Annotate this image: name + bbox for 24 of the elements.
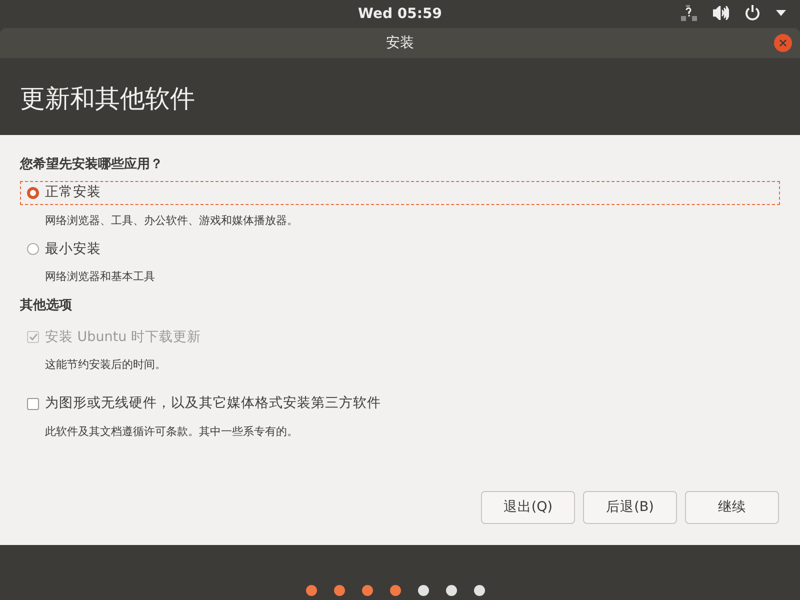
window-title: 安装 (386, 35, 414, 51)
page-title: 更新和其他软件 (20, 83, 195, 115)
caret-icon[interactable] (776, 10, 786, 16)
question-heading: 您希望先安装哪些应用？ (20, 157, 163, 172)
option-label[interactable]: 正常安装 (45, 182, 101, 203)
section-heading: 其他选项 (20, 298, 72, 312)
power-icon[interactable] (745, 5, 760, 21)
option-description: 这能节约安装后的时间。 (45, 358, 166, 371)
network-icon[interactable] (681, 5, 697, 21)
option-description: 此软件及其文档遵循许可条款。其中一些系专有的。 (45, 424, 298, 438)
option-label[interactable]: 最小安装 (45, 238, 101, 260)
dialog-button[interactable]: 退出(Q) (481, 491, 575, 524)
clock[interactable]: Wed 05:59 (358, 0, 442, 28)
volume-icon[interactable] (713, 6, 729, 20)
option-label[interactable]: 为图形或无线硬件，以及其它媒体格式安装第三方软件 (45, 393, 381, 414)
dialog-button[interactable]: 继续 (685, 491, 779, 524)
close-button[interactable] (774, 34, 792, 52)
option-description: 网络浏览器、工具、办公软件、游戏和媒体播放器。 (45, 214, 298, 226)
radio-button[interactable] (27, 186, 39, 198)
radio-button[interactable] (27, 243, 39, 255)
close-icon (779, 39, 787, 47)
checkbox[interactable] (27, 398, 39, 410)
option-description: 网络浏览器和基本工具 (45, 270, 155, 283)
dialog-button[interactable]: 后退(B) (583, 491, 677, 524)
